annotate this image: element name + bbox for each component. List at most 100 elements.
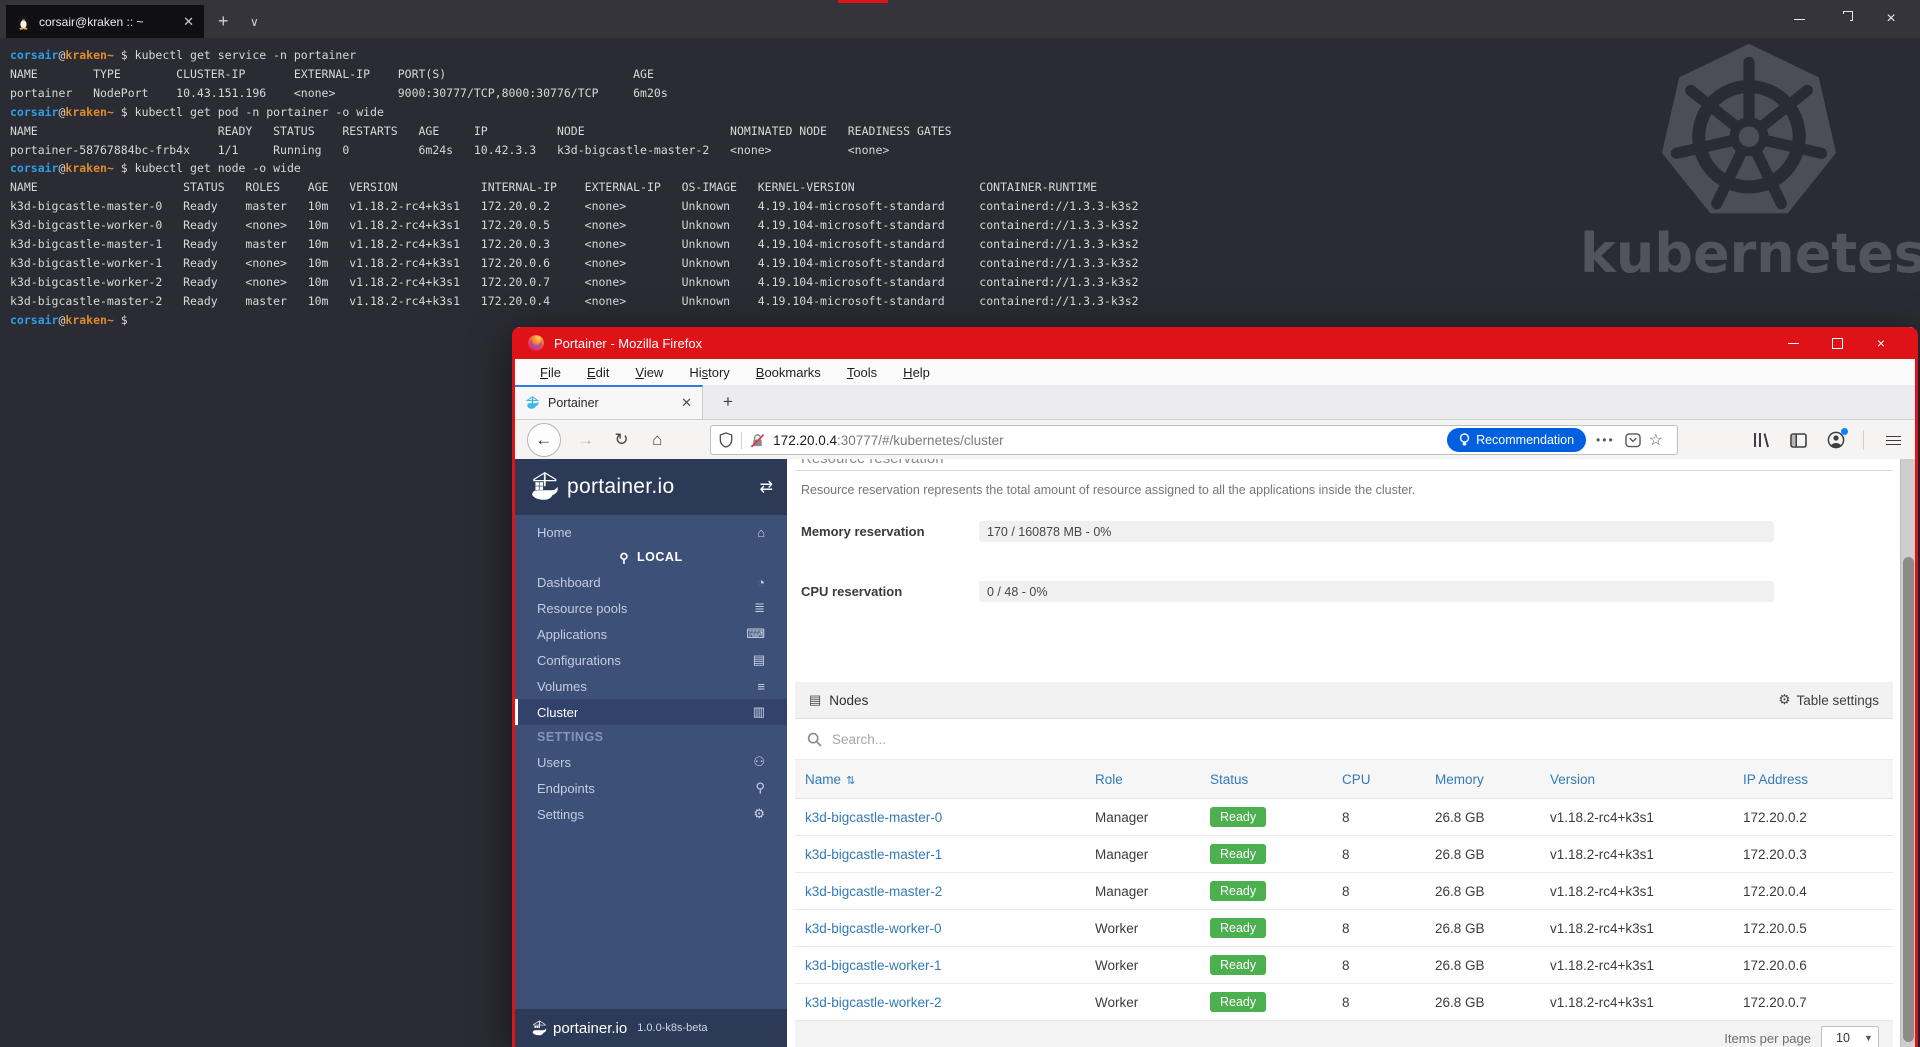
node-row: k3d-bigcastle-master-1ManagerReady826.8 … [795, 836, 1893, 873]
url-bar[interactable]: 172.20.0.4:30777/#/kubernetes/cluster Re… [710, 425, 1678, 455]
scrollbar-thumb[interactable] [1903, 557, 1914, 1042]
pocket-icon[interactable] [1625, 433, 1641, 448]
node-name-link[interactable]: k3d-bigcastle-worker-1 [805, 958, 1095, 973]
page-actions-icon[interactable]: ••• [1596, 433, 1615, 447]
menu-history[interactable]: History [676, 365, 742, 380]
firefox-navigation-bar: ← → ↻ ⌂ 172.20.0.4:30777/#/kubernetes/cl… [515, 420, 1915, 461]
linux-penguin-icon [16, 13, 31, 30]
firefox-title-bar[interactable]: Portainer - Mozilla Firefox × [515, 327, 1915, 359]
back-button[interactable]: ← [527, 423, 561, 457]
sidebar-toggle-icon[interactable] [1790, 433, 1807, 448]
column-header-role[interactable]: Role [1095, 772, 1210, 787]
firefox-close-button[interactable]: × [1859, 327, 1903, 359]
node-version: v1.18.2-rc4+k3s1 [1550, 921, 1743, 936]
sidebar-item-applications[interactable]: Applications⌨ [515, 621, 787, 647]
node-name-link[interactable]: k3d-bigcastle-worker-2 [805, 995, 1095, 1010]
forward-button[interactable]: → [575, 430, 597, 450]
column-header-status[interactable]: Status [1210, 772, 1342, 787]
column-header-ip-address[interactable]: IP Address [1743, 772, 1893, 787]
node-row: k3d-bigcastle-master-2ManagerReady826.8 … [795, 873, 1893, 910]
node-name-link[interactable]: k3d-bigcastle-master-0 [805, 810, 1095, 825]
home-button[interactable]: ⌂ [646, 430, 668, 450]
page-scrollbar[interactable] [1900, 459, 1915, 1047]
terminal-tab[interactable]: corsair@kraken :: ~ ✕ [6, 5, 204, 38]
sidebar-item-configurations[interactable]: Configurations▤ [515, 647, 787, 673]
menu-bookmarks[interactable]: Bookmarks [743, 365, 834, 380]
firefox-logo-icon [527, 334, 545, 352]
tracking-shield-icon[interactable] [719, 432, 733, 448]
menu-tools[interactable]: Tools [834, 365, 890, 380]
column-header-name[interactable]: Name⇅ [805, 772, 1095, 787]
sidebar-item-users[interactable]: Users⚇ [515, 749, 787, 775]
sidebar-item-home[interactable]: Home⌂ [515, 519, 787, 545]
sidebar-endpoint-local[interactable]: ⚲LOCAL [515, 545, 787, 569]
endpoint-switch-icon[interactable]: ⇄ [760, 477, 773, 497]
sidebar-item-cluster[interactable]: Cluster▥ [515, 699, 787, 725]
menu-view[interactable]: View [622, 365, 676, 380]
sidebar-item-volumes[interactable]: Volumes≡ [515, 673, 787, 699]
node-row: k3d-bigcastle-worker-1WorkerReady826.8 G… [795, 947, 1893, 984]
sidebar-header[interactable]: portainer.io ⇄ [515, 459, 787, 515]
node-memory: 26.8 GB [1435, 847, 1550, 862]
menu-file[interactable]: File [527, 365, 574, 380]
resource-reservation-title: Resource reservation [795, 459, 1893, 471]
table-settings-button[interactable]: ⚙ Table settings [1778, 692, 1879, 708]
search-input[interactable] [830, 731, 1881, 748]
address-text[interactable]: 172.20.0.4:30777/#/kubernetes/cluster [773, 433, 1447, 448]
terminal-minimize-button[interactable] [1776, 0, 1822, 38]
divider [741, 432, 742, 449]
node-role: Manager [1095, 884, 1210, 899]
node-ip: 172.20.0.7 [1743, 995, 1893, 1010]
terminal-line: NAME STATUS ROLES AGE VERSION INTERNAL-I… [10, 178, 1139, 197]
node-name-link[interactable]: k3d-bigcastle-worker-0 [805, 921, 1095, 936]
cpu-reservation-row: CPU reservation 0 / 48 - 0% [801, 581, 1901, 602]
terminal-output[interactable]: corsair@kraken~ $ kubectl get service -n… [10, 46, 1139, 330]
column-header-memory[interactable]: Memory [1435, 772, 1550, 787]
terminal-tab-dropdown-icon[interactable]: ∨ [250, 8, 259, 36]
terminal-tab-close-icon[interactable]: ✕ [183, 14, 194, 30]
insecure-lock-icon[interactable] [750, 433, 765, 448]
kubernetes-logo-icon [1653, 40, 1845, 231]
column-header-cpu[interactable]: CPU [1342, 772, 1435, 787]
bookmark-star-icon[interactable]: ☆ [1649, 430, 1663, 450]
sidebar-item-endpoints[interactable]: Endpoints⚲ [515, 775, 787, 801]
column-header-version[interactable]: Version [1550, 772, 1743, 787]
node-version: v1.18.2-rc4+k3s1 [1550, 958, 1743, 973]
firefox-minimize-button[interactable] [1771, 327, 1815, 359]
items-per-page-select[interactable]: 10 ▼ [1821, 1026, 1879, 1047]
menu-hamburger-icon[interactable] [1886, 436, 1901, 445]
node-row: k3d-bigcastle-master-0ManagerReady826.8 … [795, 799, 1893, 836]
new-tab-button[interactable]: + [715, 389, 741, 415]
terminal-restore-button[interactable] [1822, 0, 1868, 38]
node-memory: 26.8 GB [1435, 884, 1550, 899]
account-icon[interactable] [1827, 431, 1845, 449]
sidebar-item-resource-pools[interactable]: Resource pools≣ [515, 595, 787, 621]
laptop-icon: ⌨ [746, 626, 765, 642]
portainer-logo-icon [529, 471, 561, 503]
terminal-line: k3d-bigcastle-worker-1 Ready <none> 10m … [10, 254, 1139, 273]
items-per-page-label: Items per page [1724, 1031, 1811, 1046]
node-name-link[interactable]: k3d-bigcastle-master-1 [805, 847, 1095, 862]
sidebar-item-dashboard[interactable]: Dashboard◔ [515, 569, 787, 595]
menu-help[interactable]: Help [890, 365, 943, 380]
library-icon[interactable] [1752, 432, 1770, 448]
terminal-line: k3d-bigcastle-worker-2 Ready <none> 10m … [10, 273, 1139, 292]
node-cpu: 8 [1342, 847, 1435, 862]
tab-close-icon[interactable]: ✕ [681, 395, 692, 411]
home-icon: ⌂ [757, 525, 765, 540]
gear-icon: ⚙ [753, 806, 765, 822]
firefox-maximize-button[interactable] [1815, 327, 1859, 359]
recommendation-button[interactable]: Recommendation [1447, 428, 1586, 452]
terminal-new-tab-button[interactable]: + [218, 6, 229, 36]
sort-icon: ⇅ [846, 775, 855, 787]
reload-button[interactable]: ↻ [611, 430, 633, 450]
node-status-cell: Ready [1210, 807, 1342, 827]
browser-tab-portainer[interactable]: Portainer ✕ [515, 385, 703, 419]
sidebar-item-settings[interactable]: Settings⚙ [515, 801, 787, 827]
node-status-cell: Ready [1210, 992, 1342, 1012]
node-name-link[interactable]: k3d-bigcastle-master-2 [805, 884, 1095, 899]
terminal-close-button[interactable]: × [1868, 0, 1914, 38]
menu-edit[interactable]: Edit [574, 365, 622, 380]
terminal-line: corsair@kraken~ $ kubectl get pod -n por… [10, 103, 1139, 122]
node-memory: 26.8 GB [1435, 958, 1550, 973]
